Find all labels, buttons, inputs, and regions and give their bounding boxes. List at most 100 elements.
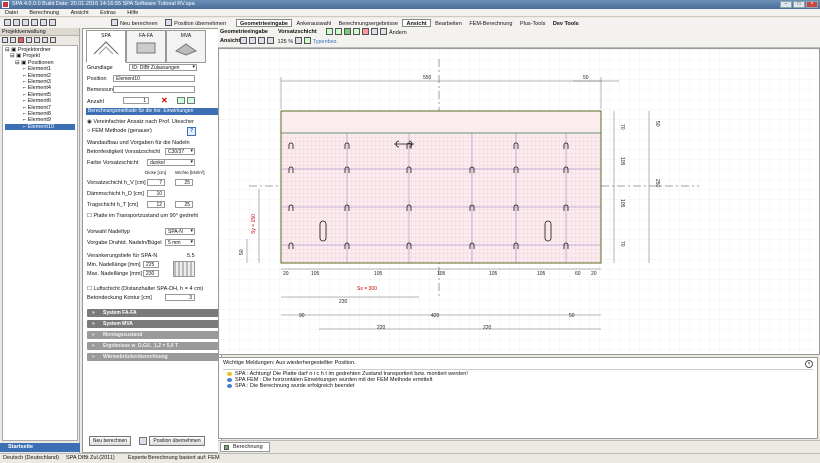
list-element-icon[interactable] [187,97,195,104]
refresh-icon[interactable] [34,37,40,43]
zoom-in-icon[interactable] [249,37,256,44]
print-icon[interactable] [31,19,38,26]
menu-berechnung[interactable]: Berechnung [24,9,64,17]
system-tab-fa-fa[interactable]: FA-FA [126,30,166,63]
apply-position-label: Position übernehmen [174,21,227,27]
density-header: Wichte [kN/m³] [175,170,205,175]
zoom-select-icon[interactable] [294,37,302,44]
anchor-place-icon[interactable] [344,28,351,35]
delete-x-icon[interactable]: ✕ [161,97,168,105]
save-icon[interactable] [22,19,29,26]
method-option-utescher[interactable]: ◉ Vereinfachter Ansatz nach Prof. Utesch… [87,119,194,125]
zoom-out-icon[interactable] [258,37,265,44]
vorgabe-select[interactable]: 5 mm [165,239,195,246]
dim-width: 550 [423,75,432,81]
concrete-select[interactable]: C30/37 [165,148,195,155]
edit-icon[interactable] [380,28,387,35]
wall-header: Wandaufbau und Vorgaben für die Nadeln [87,140,190,146]
tab-plus-tools[interactable]: Plus-Tools [517,20,548,28]
draw-rect-icon[interactable] [326,28,333,35]
apply-small-icon[interactable] [139,437,147,445]
add-icon[interactable] [2,37,8,43]
tab-ansicht[interactable]: Ansicht [402,19,431,27]
tab-fem-berechnung[interactable]: FEM-Berechnung [466,20,515,28]
menu-datei[interactable]: Datei [0,9,23,17]
tab-berechnungsergebnisse[interactable]: Berechnungsergebnisse [336,20,401,28]
copy-icon[interactable] [10,37,16,43]
trag-thickness-input[interactable]: 12 [147,201,165,208]
new-calc-button[interactable]: Neu berechnen [108,19,161,27]
move-up-icon[interactable] [42,37,48,43]
ribbon-tabs: Geometrieeingabe Ankerauswahl Berechnung… [236,18,582,28]
tab-geometrieeingabe[interactable]: Geometrieeingabe [236,19,292,27]
menu-hilfe[interactable]: Hilfe [122,9,143,17]
luftschicht-checkbox[interactable]: ☐ Luftschicht (Distanzhalter SPA-DH, h =… [87,286,203,292]
redo-icon[interactable] [49,19,56,26]
project-toolbar [0,36,79,45]
change-label[interactable]: Ändern [389,30,407,36]
window-title: SPA 4.0.0.0 Build Date: 20.01.2016 14:16… [12,1,195,7]
dim-bottom: 20 [591,271,597,277]
daemm-thickness-input[interactable]: 10 [147,190,165,197]
apply-position-bottom-button[interactable]: Position übernehmen [149,436,205,446]
tree-element-selected[interactable]: ⌐ Element10 [5,123,75,131]
group-fa-fa[interactable]: System FA-FA [87,309,219,317]
anzahl-input[interactable]: 1 [123,97,149,104]
tree-element-label: Element5 [27,91,51,98]
edit-anchor-icon[interactable] [353,28,360,35]
new-file-icon[interactable] [4,19,11,26]
menu-ansicht[interactable]: Ansicht [66,9,94,17]
grid-icon[interactable] [371,28,378,35]
zoom-value[interactable]: 125 % [278,39,294,45]
delete-icon[interactable] [18,37,24,43]
tab-ankerauswahl[interactable]: Ankerauswahl [294,20,335,28]
tree-element-label: Element10 [27,123,55,130]
rand-input[interactable]: 3 [165,294,195,301]
trag-density-input[interactable]: 25 [175,201,193,208]
vorsatz-density-input[interactable]: 25 [175,179,193,186]
group-mva[interactable]: System MVA [87,320,219,328]
typen-label[interactable]: Typenbez. [313,39,338,45]
close-button[interactable]: × [806,1,818,8]
remove-icon[interactable] [362,28,369,35]
start-page-tab[interactable]: Startseite [0,443,80,452]
messages-close-icon[interactable]: × [805,360,813,368]
group-waermebruecke[interactable]: Wärmebrückenberechnung [87,353,219,361]
max-length-input[interactable]: 230 [143,270,159,277]
zoom-fit-icon[interactable] [240,37,247,44]
min-length-input[interactable]: 225 [143,261,159,268]
help-button[interactable]: ? [187,127,196,136]
nadeltyp-select[interactable]: SPA-N [165,228,195,235]
apply-position-button[interactable]: Position übernehmen [162,19,229,27]
pan-icon[interactable] [267,37,274,44]
tab-berechnung[interactable]: Berechnung [220,442,270,452]
tree-element-label: Element7 [27,104,51,111]
system-tab-spa[interactable]: SPA [86,30,126,63]
copy-element-icon[interactable] [177,97,185,104]
move-down-icon[interactable] [50,37,56,43]
vorsatz-thickness-input[interactable]: 7 [147,179,165,186]
project-panel-header: Projektverwaltung [0,28,79,36]
menu-extras[interactable]: Extras [95,9,121,17]
type-label-icon[interactable] [303,37,311,44]
minimize-button[interactable]: – [780,1,792,8]
drawing-canvas[interactable]: 550 50 70 105 105 70 50 250 Sy = 150 50 … [218,48,820,355]
undo-icon[interactable] [40,19,47,26]
new-calc-bottom-button[interactable]: Neu berechnen [89,436,131,446]
draw-hole-icon[interactable] [335,28,342,35]
color-select[interactable]: dunkel [147,159,195,166]
grundlage-select[interactable]: ID: DIBt Zulassungen [129,64,197,71]
method-option-fem[interactable]: ○ FEM Methode (genauer) [87,128,152,134]
transport-checkbox[interactable]: ☐ Platte im Transportzustand um 90° gedr… [87,213,198,219]
position-input[interactable]: Element10 [113,75,195,82]
tree-element-label: Element4 [27,85,51,92]
group-ergebnisse[interactable]: Ergebnisse w_D,G/L_1,2 = 5,6 T [87,342,219,350]
group-montage[interactable]: Montagezustand [87,331,219,339]
bemessung-input[interactable] [113,86,195,93]
tab-bearbeiten[interactable]: Bearbeiten [432,20,465,28]
maximize-button[interactable]: □ [793,1,805,8]
folder-icon[interactable] [26,37,32,43]
system-tab-mva[interactable]: MVA [166,30,206,63]
open-file-icon[interactable] [13,19,20,26]
tab-dev-tools[interactable]: Dev Tools [550,20,582,28]
